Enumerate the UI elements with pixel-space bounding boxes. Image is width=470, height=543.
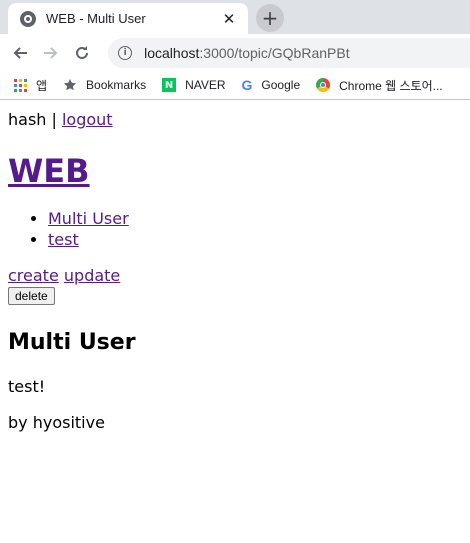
update-link[interactable]: update: [64, 266, 120, 285]
topic-link-multi-user[interactable]: Multi User: [48, 209, 129, 228]
auth-status: hash | logout: [8, 110, 462, 130]
list-item: Multi User: [48, 208, 462, 229]
bookmark-apps[interactable]: 앱: [14, 77, 47, 94]
bookmark-label: Bookmarks: [86, 78, 147, 92]
list-item: test: [48, 229, 462, 250]
apps-grid-icon: [14, 78, 27, 92]
bookmark-label: 앱: [36, 78, 48, 93]
bookmark-google[interactable]: G Google: [242, 77, 301, 93]
reload-button[interactable]: [69, 39, 96, 67]
delete-button[interactable]: delete: [8, 287, 55, 305]
create-link[interactable]: create: [8, 266, 59, 285]
tab-title: WEB - Multi User: [46, 11, 146, 26]
bookmark-label: NAVER: [185, 78, 226, 92]
forward-button[interactable]: [37, 39, 64, 67]
site-title-link[interactable]: WEB: [8, 152, 90, 190]
tab-strip: WEB - Multi User ✕ +: [0, 0, 470, 34]
topic-link-test[interactable]: test: [48, 230, 79, 249]
site-title: WEB: [8, 151, 462, 191]
info-icon[interactable]: i: [118, 45, 133, 60]
auth-username: hash: [8, 110, 47, 129]
control-links: create update: [8, 266, 462, 286]
topic-list: Multi User test: [8, 208, 462, 250]
globe-icon: [20, 10, 36, 27]
browser-toolbar: i localhost:3000/topic/GQbRanPBt: [0, 34, 470, 71]
star-icon: [63, 78, 77, 92]
chrome-webstore-icon: [316, 78, 331, 92]
url-path: :3000/topic/GQbRanPBt: [199, 44, 350, 61]
topic-author: by hyositive: [8, 413, 105, 432]
new-tab-button[interactable]: +: [256, 4, 284, 32]
arrow-right-icon: [44, 46, 58, 59]
browser-tab[interactable]: WEB - Multi User ✕: [8, 3, 248, 34]
page-content: hash | logout WEB Multi User test create…: [0, 110, 470, 433]
auth-separator: |: [46, 110, 62, 129]
url-host: localhost: [144, 44, 200, 61]
topic-description: test!: [8, 377, 46, 396]
google-icon: G: [241, 77, 253, 93]
logout-link[interactable]: logout: [62, 110, 113, 129]
close-tab-icon[interactable]: ✕: [220, 10, 238, 28]
bookmark-chrome-webstore[interactable]: Chrome 웹 스토어...: [316, 77, 443, 94]
address-bar[interactable]: i localhost:3000/topic/GQbRanPBt: [108, 37, 470, 68]
arrow-left-icon: [13, 46, 27, 59]
back-button[interactable]: [6, 39, 33, 67]
bookmarks-bar: 앱 Bookmarks N NAVER G Google Chrome 웹 스토…: [0, 71, 470, 100]
bookmark-bookmarks[interactable]: Bookmarks: [63, 78, 146, 92]
bookmark-label: Google: [261, 78, 301, 92]
reload-icon: [76, 45, 89, 59]
bookmark-label: Chrome 웹 스토어...: [339, 78, 443, 93]
bookmark-naver[interactable]: N NAVER: [162, 78, 226, 92]
naver-icon: N: [162, 78, 177, 92]
topic-title: Multi User: [8, 330, 136, 355]
